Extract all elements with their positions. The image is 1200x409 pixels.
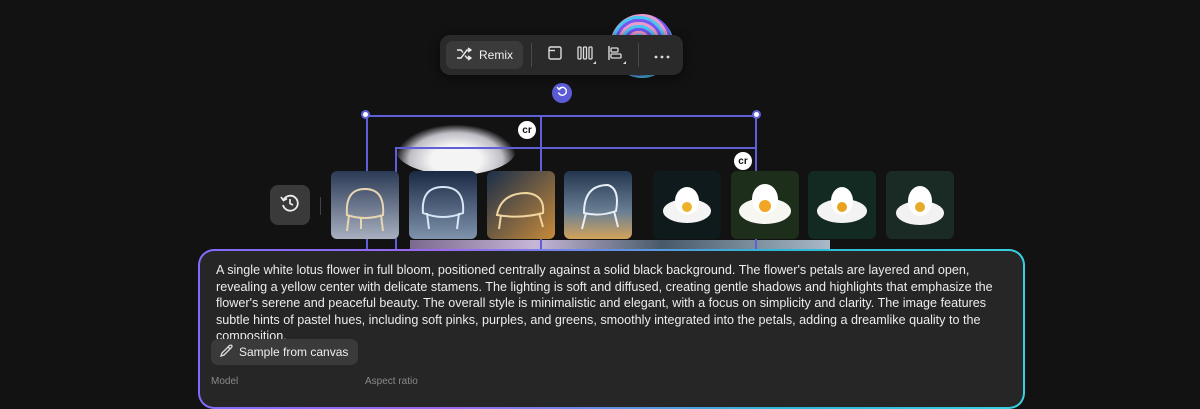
sample-from-canvas-button[interactable]: Sample from canvas (211, 339, 359, 365)
align-icon (607, 45, 623, 66)
rotate-icon (556, 84, 568, 102)
thumbnail-chair-3[interactable] (487, 171, 555, 239)
resize-handle-top-left[interactable] (361, 110, 370, 119)
remix-label: Remix (479, 48, 514, 62)
model-label: Model (211, 376, 239, 387)
eyedropper-icon (219, 344, 233, 361)
artboard-icon (547, 45, 563, 66)
remix-icon (456, 46, 473, 64)
thumbnail-lotus-3[interactable] (808, 171, 876, 239)
columns-button[interactable] (570, 40, 600, 70)
align-button[interactable] (600, 40, 630, 70)
artboard-button[interactable] (540, 40, 570, 70)
more-icon (654, 46, 670, 64)
dropdown-corner-icon (623, 61, 627, 64)
history-button[interactable] (270, 185, 310, 225)
thumbnail-chair-4[interactable] (564, 171, 632, 239)
resize-handle-top-right[interactable] (752, 110, 761, 119)
prompt-panel-body: A single white lotus flower in full bloo… (200, 251, 1023, 407)
prompt-panel: A single white lotus flower in full bloo… (198, 249, 1025, 409)
floating-toolbar: Remix (440, 35, 683, 75)
columns-icon (576, 45, 594, 66)
thumbnail-lotus-2[interactable] (731, 171, 799, 239)
toolbar-divider (531, 43, 533, 67)
more-button[interactable] (647, 40, 677, 70)
thumbnail-lotus-4[interactable] (886, 171, 954, 239)
prompt-textarea[interactable]: A single white lotus flower in full bloo… (216, 262, 1006, 345)
thumbnail-chair-1[interactable] (331, 171, 399, 239)
dropdown-corner-icon (593, 61, 597, 64)
content-credentials-badge[interactable]: cr (734, 152, 752, 170)
rotate-handle[interactable] (552, 83, 572, 103)
sample-from-canvas-label: Sample from canvas (239, 345, 349, 359)
toolbar-divider (638, 43, 640, 67)
thumbnail-chair-2[interactable] (409, 171, 477, 239)
aspect-ratio-label: Aspect ratio (365, 376, 418, 387)
history-icon (279, 192, 301, 219)
remix-button[interactable]: Remix (446, 41, 524, 69)
content-credentials-badge[interactable]: cr (518, 121, 536, 139)
thumbnail-divider (320, 197, 321, 215)
thumbnail-lotus-1[interactable] (653, 171, 721, 239)
